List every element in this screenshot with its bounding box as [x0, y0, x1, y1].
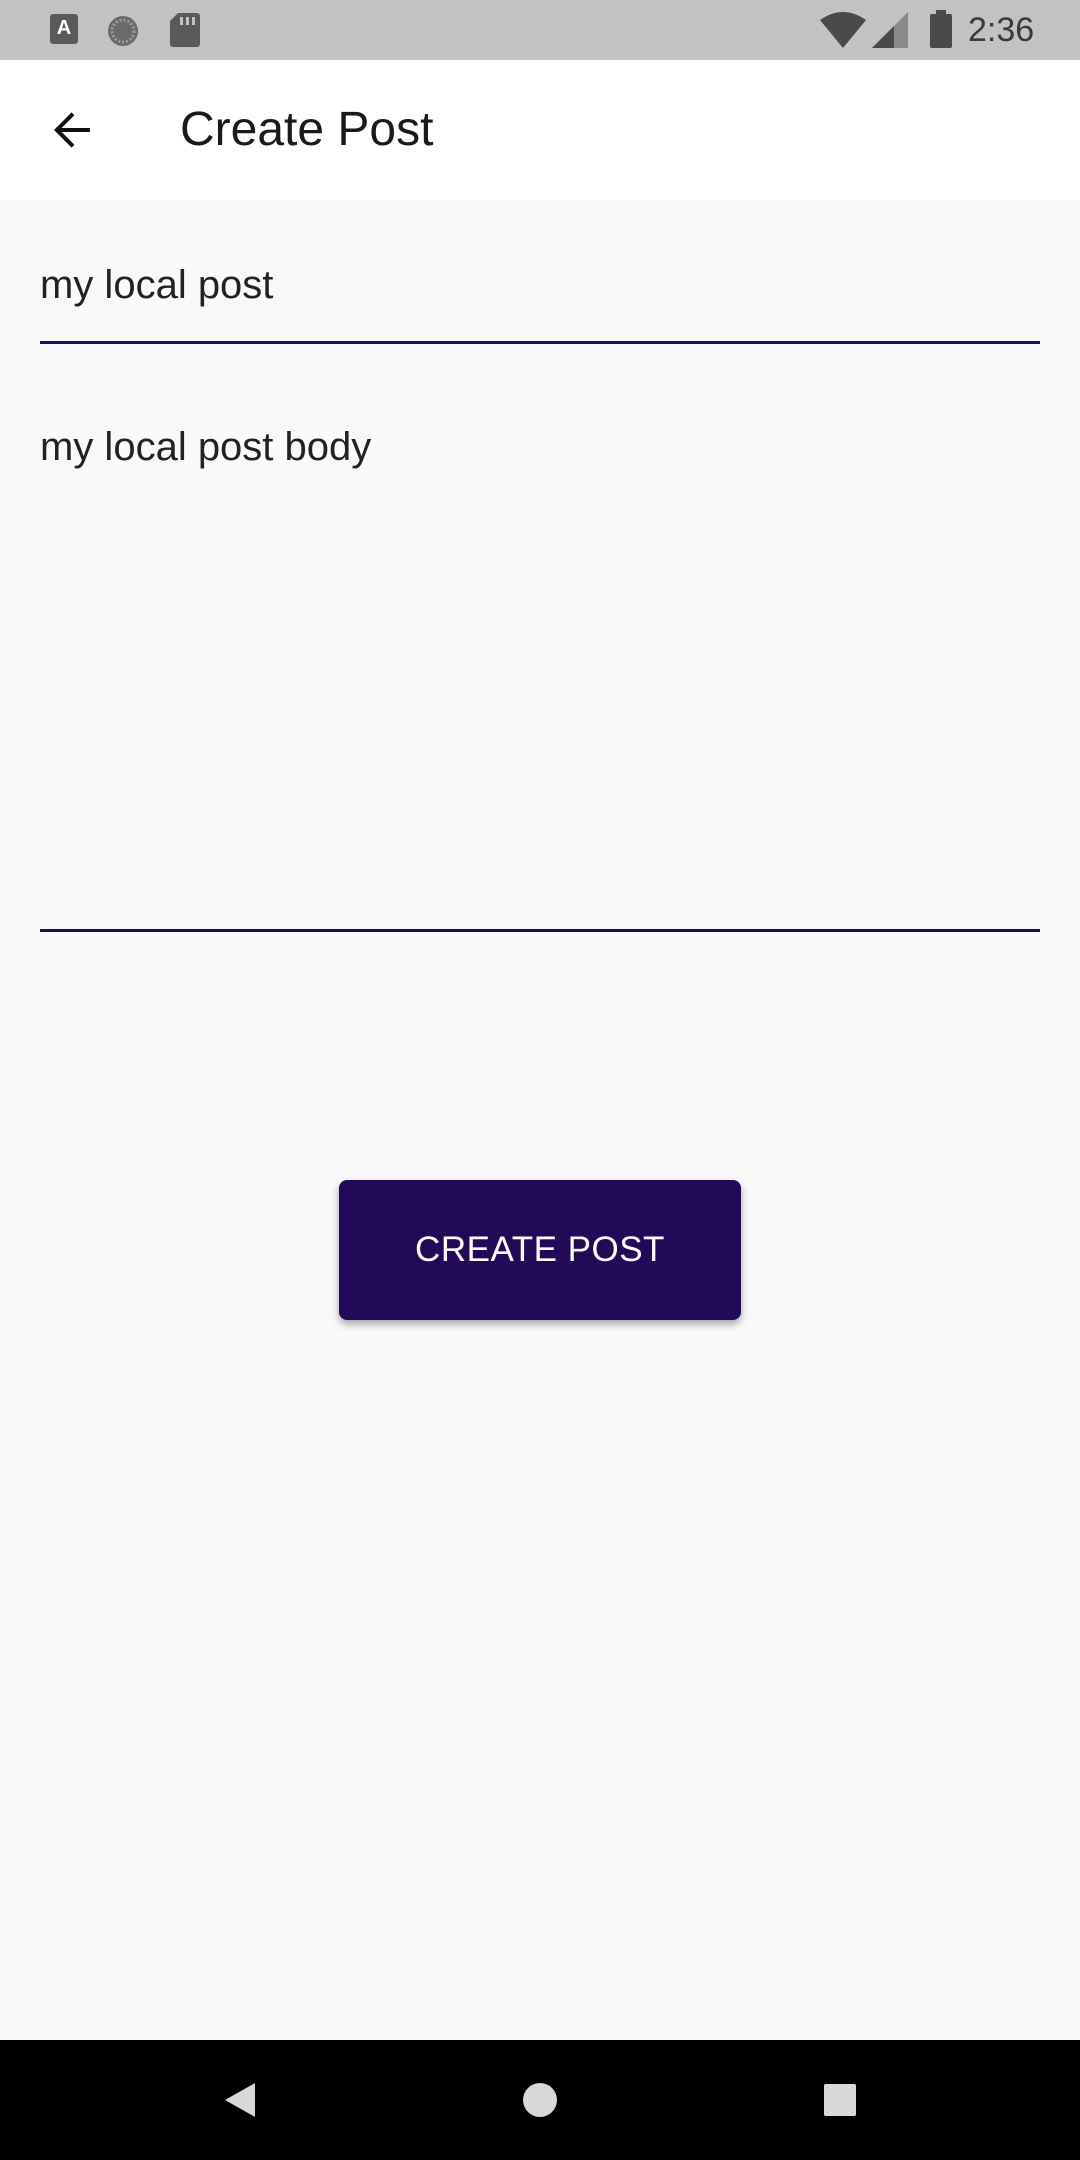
status-time: 2:36	[968, 11, 1035, 49]
post-body-input[interactable]: my local post body	[40, 412, 1040, 932]
a-notification-icon: A	[50, 14, 78, 44]
arrow-back-icon	[54, 112, 90, 148]
sd-card-icon	[170, 13, 200, 47]
recents-icon	[824, 2084, 856, 2116]
navigation-bar	[0, 2040, 1080, 2160]
back-button[interactable]	[36, 94, 108, 166]
app-bar: Create Post	[0, 60, 1080, 200]
home-icon	[523, 2083, 557, 2117]
create-post-screen: A 2:36 Create Post my local post my loca…	[0, 0, 1080, 2160]
battery-icon	[930, 10, 952, 48]
wifi-icon	[820, 12, 866, 48]
gear-notification-icon	[108, 16, 138, 46]
status-bar: A 2:36	[0, 0, 1080, 60]
post-title-input[interactable]: my local post	[40, 250, 1040, 344]
create-post-button[interactable]: CREATE POST	[339, 1180, 741, 1320]
nav-back-button[interactable]	[210, 2070, 270, 2130]
back-icon	[225, 2083, 255, 2117]
page-title: Create Post	[180, 103, 434, 156]
signal-icon	[872, 12, 908, 48]
nav-home-button[interactable]	[510, 2070, 570, 2130]
nav-recents-button[interactable]	[810, 2070, 870, 2130]
